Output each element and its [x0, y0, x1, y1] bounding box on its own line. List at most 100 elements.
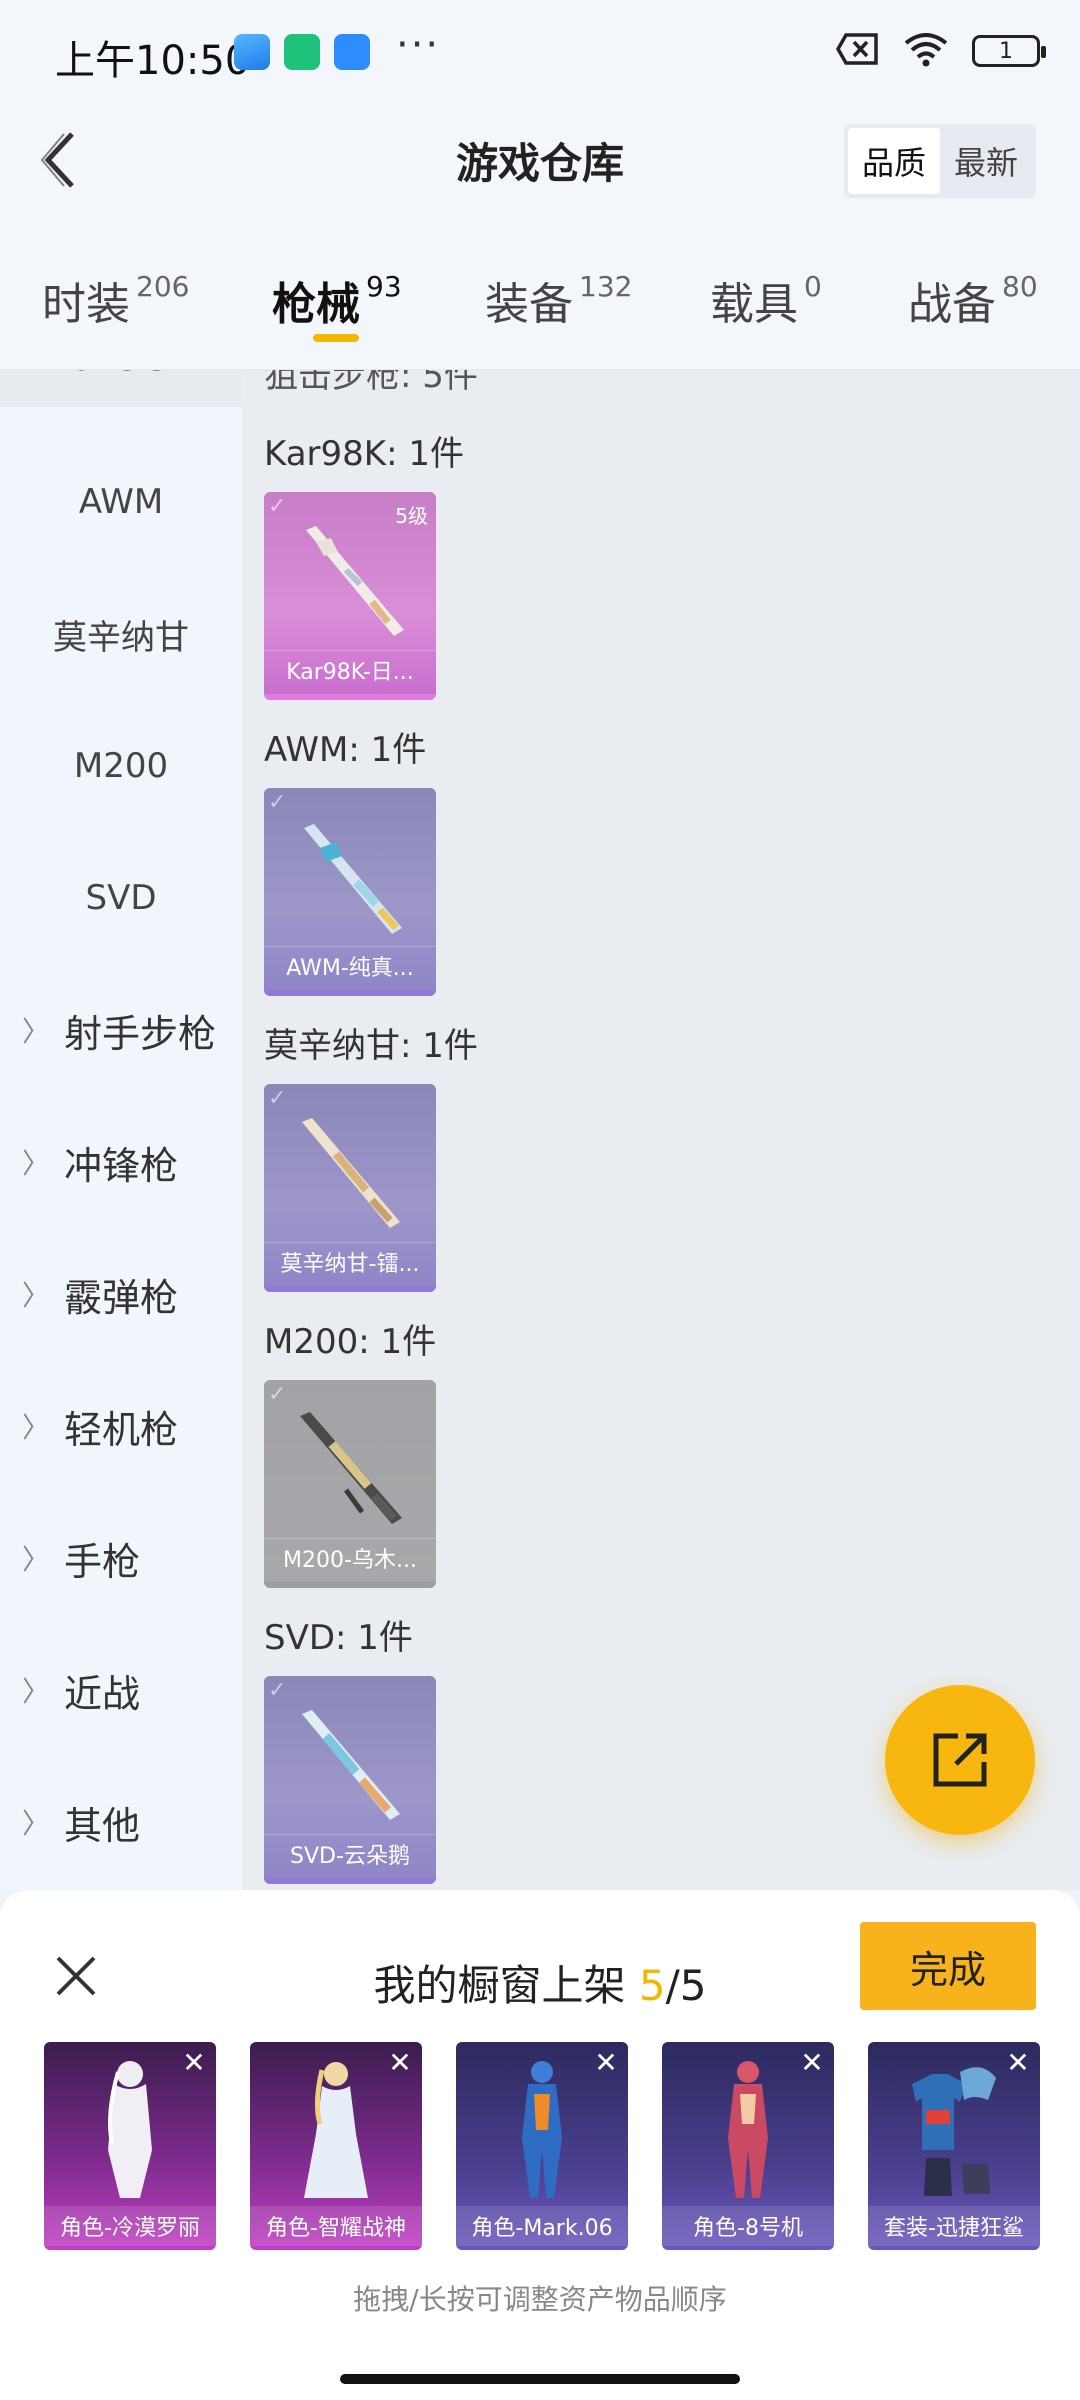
showcase-item[interactable]: ✕ 角色-8号机 — [662, 2042, 834, 2250]
sidebar-group-smg[interactable]: 〉冲锋枪 — [0, 1112, 242, 1212]
more-notifications-icon: ··· — [396, 22, 441, 68]
group-label: AWM: 1件 — [264, 730, 427, 770]
tab-equipment[interactable]: 装备 132 — [485, 268, 632, 332]
character-icon — [108, 2061, 152, 2198]
shield-app-icon — [284, 34, 320, 70]
tab-count: 80 — [1002, 270, 1038, 303]
showcase-item-name: 套装-迅捷狂鲨 — [868, 2206, 1040, 2246]
showcase-count-total: /5 — [665, 1961, 707, 2010]
group-label: M200: 1件 — [264, 1322, 437, 1362]
character-icon — [304, 2062, 368, 2198]
header: 游戏仓库 品质 最新 — [0, 100, 1080, 220]
tab-supplies[interactable]: 战备 80 — [908, 268, 1038, 332]
wifi-icon — [902, 30, 950, 72]
sidebar-group-label: 霰弹枪 — [64, 1275, 179, 1320]
tab-label: 战备 — [908, 279, 996, 330]
remove-icon[interactable]: ✕ — [382, 2044, 418, 2080]
showcase-item[interactable]: ✕ 角色-冷漠罗丽 — [44, 2042, 216, 2250]
category-tabs: 时装 206 枪械 93 装备 132 载具 0 战备 80 — [0, 220, 1080, 370]
battery-level: 1 — [999, 38, 1013, 64]
status-bar: 上午10:50 ··· 1 — [0, 0, 1080, 100]
rifle-icon — [304, 824, 402, 934]
showcase-item-name: 角色-8号机 — [662, 2206, 834, 2246]
tab-count: 93 — [366, 270, 402, 303]
item-name: Kar98K-日... — [264, 650, 436, 688]
tab-count: 0 — [804, 270, 822, 303]
tab-firearms[interactable]: 枪械 93 — [272, 268, 402, 332]
chevron-right-icon: 〉 — [22, 1147, 51, 1180]
item-card[interactable]: ✓ 莫辛纳甘-镭... — [264, 1084, 436, 1292]
sidebar-group-dmr[interactable]: 〉射手步枪 — [0, 980, 242, 1080]
remove-icon[interactable]: ✕ — [588, 2044, 624, 2080]
share-external-icon — [933, 1733, 987, 1787]
chevron-right-icon: 〉 — [22, 1279, 51, 1312]
sidebar-group-other[interactable]: 〉其他 — [0, 1772, 242, 1872]
group-label: 莫辛纳甘: 1件 — [264, 1026, 478, 1066]
sidebar-group-label: 手枪 — [64, 1539, 141, 1584]
sort-quality-button[interactable]: 品质 — [847, 128, 940, 194]
sidebar-group-lmg[interactable]: 〉轻机枪 — [0, 1376, 242, 1476]
item-list: 狙击步枪: 5件 Kar98K: 1件 ✓ 5级 Kar98K-日... AWM… — [242, 370, 1080, 1890]
tab-fashion[interactable]: 时装 206 — [42, 268, 189, 332]
chevron-right-icon: 〉 — [22, 1411, 51, 1444]
chevron-right-icon: 〉 — [22, 1015, 51, 1048]
status-time: 上午10:50 — [55, 38, 251, 84]
sidebar-group-shotgun[interactable]: 〉霰弹枪 — [0, 1244, 242, 1344]
sidebar-group-label: 轻机枪 — [64, 1407, 179, 1452]
share-button[interactable] — [885, 1685, 1035, 1835]
category-summary: 狙击步枪: 5件 — [264, 370, 478, 396]
item-card[interactable]: ✓ 5级 Kar98K-日... — [264, 492, 436, 700]
sidebar-group-melee[interactable]: 〉近战 — [0, 1640, 242, 1740]
item-name: SVD-云朵鹅 — [264, 1834, 436, 1872]
sidebar: Kar98K AWM 莫辛纳甘 M200 SVD 〉射手步枪 〉冲锋枪 〉霰弹枪… — [0, 370, 242, 1890]
remove-icon[interactable]: ✕ — [1000, 2044, 1036, 2080]
sidebar-group-label: 其他 — [64, 1803, 141, 1848]
outfit-icon — [912, 2067, 996, 2196]
item-name: 莫辛纳甘-镭... — [264, 1242, 436, 1280]
chevron-right-icon: 〉 — [22, 1675, 51, 1708]
remove-icon[interactable]: ✕ — [794, 2044, 830, 2080]
remove-icon[interactable]: ✕ — [176, 2044, 212, 2080]
showcase-item-name: 角色-智耀战神 — [250, 2206, 422, 2246]
showcase-item[interactable]: ✕ 角色-Mark.06 — [456, 2042, 628, 2250]
item-card[interactable]: ✓ AWM-纯真... — [264, 788, 436, 996]
reorder-hint: 拖拽/长按可调整资产物品顺序 — [353, 2283, 727, 2316]
sidebar-item-mosin[interactable]: 莫辛纳甘 — [0, 584, 242, 684]
character-icon — [728, 2061, 768, 2198]
group-label: Kar98K: 1件 — [264, 434, 464, 474]
sidebar-group-label: 射手步枪 — [64, 1011, 217, 1056]
tab-count: 206 — [136, 270, 190, 303]
sheet-title-text: 我的橱窗上架 — [373, 1961, 626, 2010]
group-label: SVD: 1件 — [264, 1618, 413, 1658]
showcase-sheet: 我的橱窗上架 5/5 完成 ✕ 角色-冷漠罗丽 ✕ 角色-智耀战神 ✕ 角色-M… — [0, 1890, 1080, 2400]
showcase-count-current: 5 — [638, 1961, 666, 2010]
sort-newest-button[interactable]: 最新 — [940, 128, 1032, 194]
home-indicator[interactable] — [340, 2374, 740, 2384]
showcase-item[interactable]: ✕ 套装-迅捷狂鲨 — [868, 2042, 1040, 2250]
done-button[interactable]: 完成 — [860, 1922, 1036, 2010]
showcase-item[interactable]: ✕ 角色-智耀战神 — [250, 2042, 422, 2250]
tab-label: 载具 — [710, 279, 798, 330]
item-card[interactable]: ✓ M200-乌木... — [264, 1380, 436, 1588]
item-card[interactable]: ✓ SVD-云朵鹅 — [264, 1676, 436, 1884]
rifle-icon — [302, 1710, 400, 1820]
sort-toggle: 品质 最新 — [843, 124, 1036, 198]
sidebar-group-pistol[interactable]: 〉手枪 — [0, 1508, 242, 1608]
sidebar-item-m200[interactable]: M200 — [0, 716, 242, 816]
active-tab-indicator — [313, 334, 359, 342]
chevron-right-icon: 〉 — [22, 1807, 51, 1840]
item-name: AWM-纯真... — [264, 946, 436, 984]
showcase-list: ✕ 角色-冷漠罗丽 ✕ 角色-智耀战神 ✕ 角色-Mark.06 ✕ 角色-8号… — [44, 2042, 1040, 2250]
chevron-right-icon: 〉 — [22, 1543, 51, 1576]
tab-label: 枪械 — [272, 279, 360, 330]
sidebar-item-awm[interactable]: AWM — [0, 452, 242, 552]
rifle-icon — [306, 526, 404, 636]
weather-icon — [234, 34, 270, 70]
sidebar-group-label: 近战 — [64, 1671, 141, 1716]
character-icon — [522, 2061, 562, 2198]
item-name: M200-乌木... — [264, 1538, 436, 1576]
tab-vehicles[interactable]: 载具 0 — [710, 268, 822, 332]
sidebar-item-svd[interactable]: SVD — [0, 848, 242, 948]
chat-app-icon — [334, 34, 370, 70]
sidebar-item-kar98k[interactable]: Kar98K — [0, 370, 242, 407]
